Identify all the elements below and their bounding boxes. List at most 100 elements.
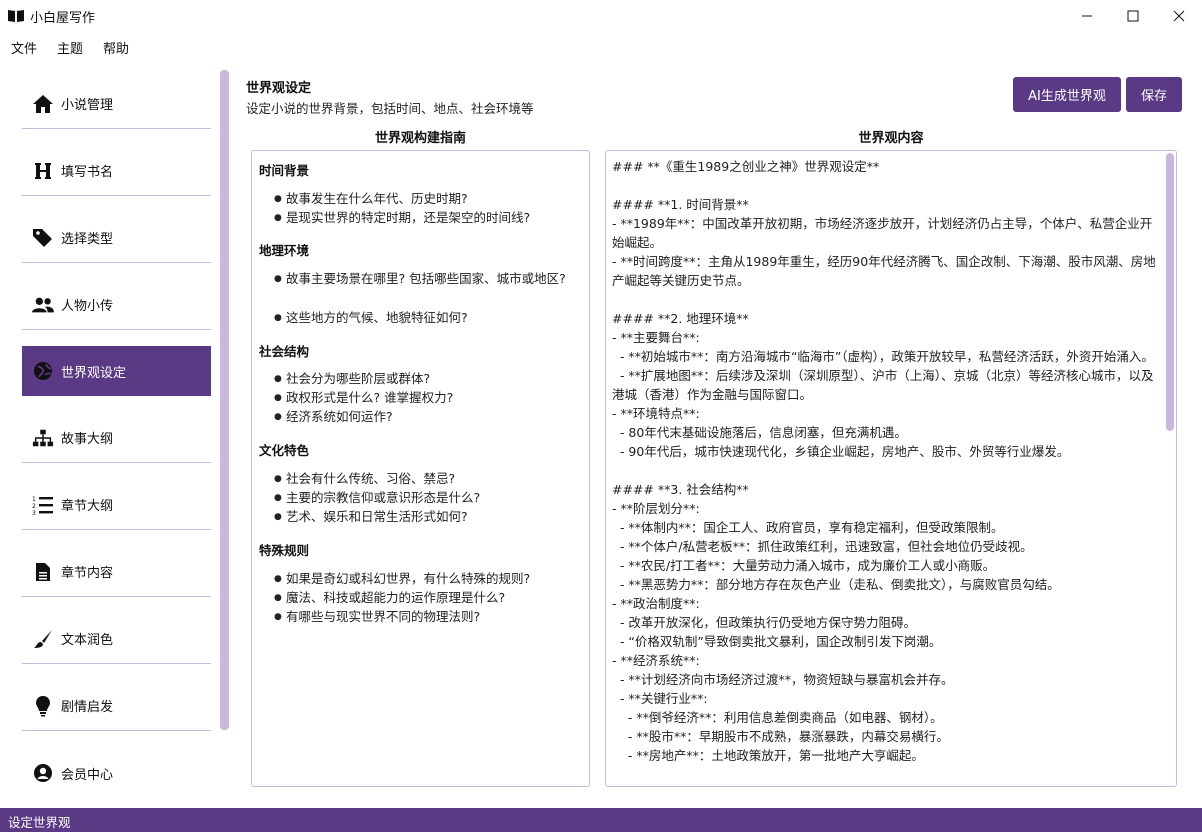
sidebar-item-chapter-content[interactable]: 章节内容 bbox=[22, 547, 211, 597]
world-content-editor[interactable]: ### **《重生1989之创业之神》世界观设定** #### **1. 时间背… bbox=[605, 150, 1177, 787]
sidebar-item-label: 故事大纲 bbox=[61, 432, 114, 447]
minimize-button[interactable] bbox=[1064, 0, 1110, 32]
status-bar: 设定世界观 bbox=[0, 808, 1202, 832]
guide-item: 魔法、科技或超能力的运作原理是什么? bbox=[274, 589, 582, 607]
sidebar-item-label: 会员中心 bbox=[61, 767, 114, 783]
guide-section-title: 时间背景 bbox=[259, 163, 310, 178]
ai-generate-world-button[interactable]: AI生成世界观 bbox=[1013, 77, 1121, 112]
home-icon bbox=[32, 93, 54, 115]
content-line: - 80年代末基础设施落后，信息闭塞，但充满机遇。 bbox=[612, 425, 907, 440]
content-line: - **倒爷经济**：利用信息差倒卖商品（如电器、钢材）。 bbox=[612, 710, 943, 725]
sidebar-item-label: 人物小传 bbox=[61, 299, 114, 314]
content-line: #### **3. 社会结构** bbox=[612, 482, 749, 497]
guide-item: 社会有什么传统、习俗、禁忌? bbox=[274, 470, 582, 488]
sidebar-item-plot-inspiration[interactable]: 剧情启发 bbox=[22, 681, 211, 731]
minimize-icon bbox=[1082, 15, 1092, 17]
guide-item: 这些地方的气候、地貌特征如何? bbox=[274, 309, 582, 327]
heading-icon bbox=[32, 160, 54, 182]
guide-header: 世界观构建指南 bbox=[374, 131, 466, 146]
svg-text:1: 1 bbox=[32, 496, 36, 503]
content-line: - **主要舞台**: bbox=[612, 330, 700, 345]
svg-text:3: 3 bbox=[32, 510, 36, 515]
file-text-icon bbox=[32, 561, 54, 583]
sidebar-item-label: 剧情启发 bbox=[61, 700, 114, 715]
content-line: ### **《重生1989之创业之神》世界观设定** bbox=[612, 159, 880, 174]
content-line: - **体制内**：国企工人、政府官员，享有稳定福利，但受政策限制。 bbox=[612, 520, 1004, 535]
guide-item: 主要的宗教信仰或意识形态是什么? bbox=[274, 489, 582, 507]
maximize-icon bbox=[1127, 10, 1139, 22]
guide-item: 故事主要场景在哪里? 包括哪些国家、城市或地区? bbox=[274, 270, 582, 288]
menu-help[interactable]: 帮助 bbox=[103, 38, 129, 57]
guide-item: 经济系统如何运作? bbox=[274, 408, 582, 426]
sidebar-item-text-polish[interactable]: 文本润色 bbox=[22, 614, 211, 664]
user-circle-icon bbox=[32, 762, 54, 784]
content-scrollbar[interactable] bbox=[1166, 153, 1174, 431]
guide-item: 有哪些与现实世界不同的物理法则? bbox=[274, 608, 582, 626]
guide-item: 艺术、娱乐和日常生活形式如何? bbox=[274, 508, 582, 526]
content-line: - **个体户/私营老板**：抓住政策红利，迅速致富，但社会地位仍受歧视。 bbox=[612, 539, 1033, 554]
world-content-text[interactable]: ### **《重生1989之创业之神》世界观设定** #### **1. 时间背… bbox=[612, 157, 1162, 765]
content-line: - 改革开放深化，但政策执行仍受地方保守势力阻碍。 bbox=[612, 615, 916, 630]
content-line: #### **1. 时间背景** bbox=[612, 197, 749, 212]
sidebar-item-label: 选择类型 bbox=[61, 232, 114, 247]
book-icon bbox=[8, 10, 24, 22]
content-line: - **扩展地图**：后续涉及深圳（深圳原型）、沪市（上海）、京城（北京）等经济… bbox=[612, 368, 1154, 402]
sidebar-item-story-outline[interactable]: 故事大纲 bbox=[22, 413, 211, 463]
content-line bbox=[612, 176, 1162, 195]
svg-text:2: 2 bbox=[32, 503, 36, 510]
menu-theme[interactable]: 主题 bbox=[57, 38, 83, 57]
brush-icon bbox=[32, 628, 54, 650]
window-title: 小白屋写作 bbox=[30, 11, 96, 26]
guide-section-title: 地理环境 bbox=[259, 243, 310, 258]
sidebar-item-label: 小说管理 bbox=[61, 98, 114, 113]
content-line bbox=[612, 290, 1162, 309]
title-bar: 小白屋写作 bbox=[0, 0, 1202, 32]
maximize-button[interactable] bbox=[1110, 0, 1156, 32]
page-title: 世界观设定 bbox=[246, 81, 312, 96]
content-line: #### **2. 地理环境** bbox=[612, 311, 749, 326]
content-line: - “价格双轨制”导致倒卖批文暴利，国企改制引发下岗潮。 bbox=[612, 634, 942, 649]
sidebar-item-member-center[interactable]: 会员中心 bbox=[22, 748, 211, 798]
sidebar-item-select-type[interactable]: 选择类型 bbox=[22, 213, 211, 263]
sidebar-item-label: 章节内容 bbox=[61, 566, 114, 581]
sitemap-icon bbox=[32, 427, 54, 449]
sidebar-item-world-setting[interactable]: 世界观设定 bbox=[22, 346, 211, 396]
sidebar-item-characters[interactable]: 人物小传 bbox=[22, 280, 211, 330]
content-line: - **政治制度**: bbox=[612, 596, 700, 611]
content-line: - **经济系统**: bbox=[612, 653, 700, 668]
guide-section-title: 社会结构 bbox=[259, 344, 310, 359]
users-icon bbox=[32, 294, 54, 316]
guide-section-title: 文化特色 bbox=[259, 443, 310, 458]
tags-icon bbox=[32, 227, 54, 249]
save-button[interactable]: 保存 bbox=[1126, 77, 1182, 112]
content-line: - 90年代后，城市快速现代化，乡镇企业崛起，房地产、股市、外贸等行业爆发。 bbox=[612, 444, 1070, 459]
content-line bbox=[612, 461, 1162, 480]
sidebar-item-label: 填写书名 bbox=[61, 165, 114, 180]
sidebar-item-novel-management[interactable]: 小说管理 bbox=[22, 79, 211, 129]
sidebar-item-label: 章节大纲 bbox=[61, 499, 114, 514]
menu-file[interactable]: 文件 bbox=[11, 38, 37, 57]
content-line: - **房地产**：土地政策放开，第一批地产大亨崛起。 bbox=[612, 748, 924, 763]
world-building-guide: 时间背景 故事发生在什么年代、历史时期? 是现实世界的特定时期，还是架空的时间线… bbox=[251, 150, 590, 787]
content-line: - **关键行业**: bbox=[612, 691, 708, 706]
content-line: - **环境特点**: bbox=[612, 406, 700, 421]
close-icon bbox=[1173, 10, 1185, 22]
content-line: - **1989年**：中国改革开放初期，市场经济逐步放开，计划经济仍占主导，个… bbox=[612, 216, 1153, 250]
guide-item: 如果是奇幻或科幻世界，有什么特殊的规则? bbox=[274, 570, 582, 588]
content-line: - **计划经济向市场经济过渡**，物资短缺与暴富机会并存。 bbox=[612, 672, 954, 687]
guide-item: 故事发生在什么年代、历史时期? bbox=[274, 190, 582, 208]
content-line: - **农民/打工者**：大量劳动力涌入城市，成为廉价工人或小商贩。 bbox=[612, 558, 996, 573]
sidebar-item-book-title[interactable]: 填写书名 bbox=[22, 146, 211, 196]
page-subtitle: 设定小说的世界背景，包括时间、地点、社会环境等 bbox=[246, 101, 534, 116]
content-line: - **初始城市**：南方沿海城市“临海市”（虚构），政策开放较早，私营经济活跃… bbox=[612, 349, 1154, 364]
sidebar-item-chapter-outline[interactable]: 123 章节大纲 bbox=[22, 480, 211, 530]
content-header: 世界观内容 bbox=[858, 131, 924, 146]
close-button[interactable] bbox=[1156, 0, 1202, 32]
sidebar-scrollbar[interactable] bbox=[220, 70, 229, 730]
guide-item: 社会分为哪些阶层或群体? bbox=[274, 370, 582, 388]
sidebar-item-label: 文本润色 bbox=[61, 633, 114, 648]
content-line: - **股市**：早期股市不成熟，暴涨暴跌，内幕交易横行。 bbox=[612, 729, 949, 744]
lightbulb-icon bbox=[32, 695, 54, 717]
sidebar-item-label: 世界观设定 bbox=[61, 365, 127, 381]
guide-item: 是现实世界的特定时期，还是架空的时间线? bbox=[274, 209, 582, 227]
